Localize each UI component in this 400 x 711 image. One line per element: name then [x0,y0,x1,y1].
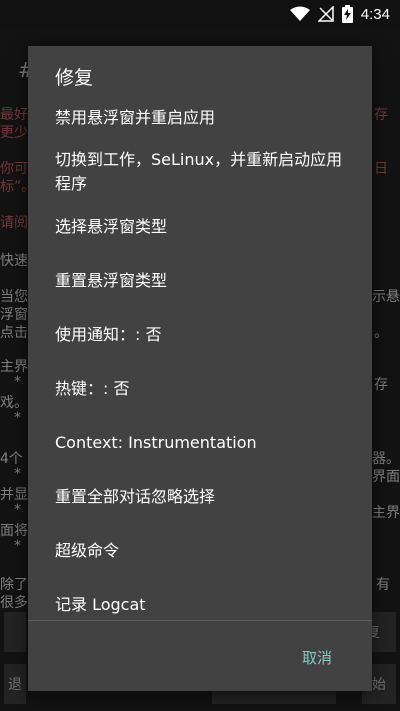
status-bar: 4:34 [0,0,400,28]
repair-dialog: 修复 禁用悬浮窗并重启应用 切换到工作，SeLinux，并重新启动应用程序 选择… [28,46,372,691]
menu-item-disable-overlay-restart[interactable]: 禁用悬浮窗并重启应用 [28,92,372,144]
wifi-icon [289,6,310,22]
menu-item-hotkey[interactable]: 热键：: 否 [28,362,372,416]
menu-item-switch-work-selinux-restart[interactable]: 切换到工作，SeLinux，并重新启动应用程序 [28,144,372,200]
menu-item-reset-overlay-type[interactable]: 重置悬浮窗类型 [28,254,372,308]
menu-item-select-overlay-type[interactable]: 选择悬浮窗类型 [28,200,372,254]
dialog-divider [28,620,372,621]
menu-item-context-instrumentation[interactable]: Context: Instrumentation [28,416,372,470]
status-time: 4:34 [360,5,390,23]
menu-item-super-command[interactable]: 超级命令 [28,524,372,578]
no-signal-icon [317,6,334,22]
menu-item-use-notification[interactable]: 使用通知：: 否 [28,308,372,362]
menu-item-record-logcat[interactable]: 记录 Logcat [28,578,372,632]
repair-menu: 禁用悬浮窗并重启应用 切换到工作，SeLinux，并重新启动应用程序 选择悬浮窗… [28,92,372,632]
cancel-button[interactable]: 取消 [296,644,338,672]
battery-charging-icon [341,5,353,23]
menu-item-reset-dialog-ignore[interactable]: 重置全部对话忽略选择 [28,470,372,524]
